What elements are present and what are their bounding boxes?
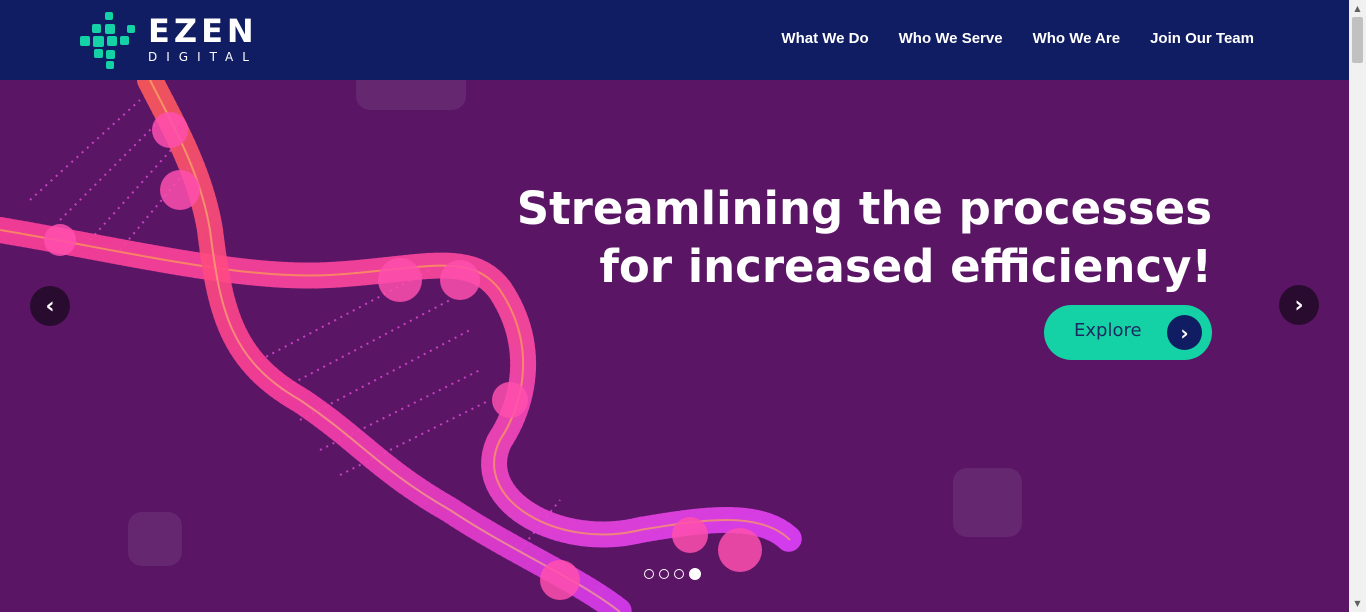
top-navbar: EZEN DIGITAL What We Do Who We Serve Who… [0, 0, 1349, 80]
logo-mark-icon [80, 12, 135, 69]
slide-dot-3[interactable] [674, 569, 684, 579]
headline-line-2: for increased efficiency! [599, 240, 1212, 293]
logo-subtitle: DIGITAL [148, 50, 258, 64]
hero-headline: Streamlining the processes for increased… [512, 180, 1212, 296]
slider-pagination [644, 568, 701, 580]
chevron-right-icon: › [1294, 292, 1304, 318]
nav-who-we-serve[interactable]: Who We Serve [899, 30, 1003, 47]
hero-slider: Streamlining the processes for increased… [0, 80, 1349, 612]
dna-helix-illustration [0, 80, 803, 612]
explore-button[interactable]: Explore › [1044, 305, 1212, 360]
slide-dot-2[interactable] [659, 569, 669, 579]
ezen-logo[interactable]: EZEN DIGITAL [80, 10, 260, 70]
explore-label: Explore [1074, 320, 1142, 341]
slider-prev-button[interactable]: ‹ [30, 286, 70, 326]
slide-dot-1[interactable] [644, 569, 654, 579]
scroll-down-icon[interactable]: ▼ [1349, 595, 1366, 612]
page-scrollbar[interactable]: ▲ ▼ [1349, 0, 1366, 612]
headline-line-1: Streamlining the processes [516, 182, 1212, 235]
main-menu: What We Do Who We Serve Who We Are Join … [781, 30, 1254, 47]
slider-next-button[interactable]: › [1279, 285, 1319, 325]
nav-what-we-do[interactable]: What We Do [781, 30, 868, 47]
nav-who-we-are[interactable]: Who We Are [1033, 30, 1121, 47]
chevron-right-icon: › [1167, 315, 1202, 350]
scroll-thumb[interactable] [1352, 17, 1363, 63]
nav-join-our-team[interactable]: Join Our Team [1150, 30, 1254, 47]
slide-dot-4[interactable] [689, 568, 701, 580]
logo-title: EZEN [148, 12, 258, 50]
chevron-left-icon: ‹ [45, 293, 55, 319]
scroll-up-icon[interactable]: ▲ [1349, 0, 1366, 17]
decor-square [953, 468, 1022, 537]
